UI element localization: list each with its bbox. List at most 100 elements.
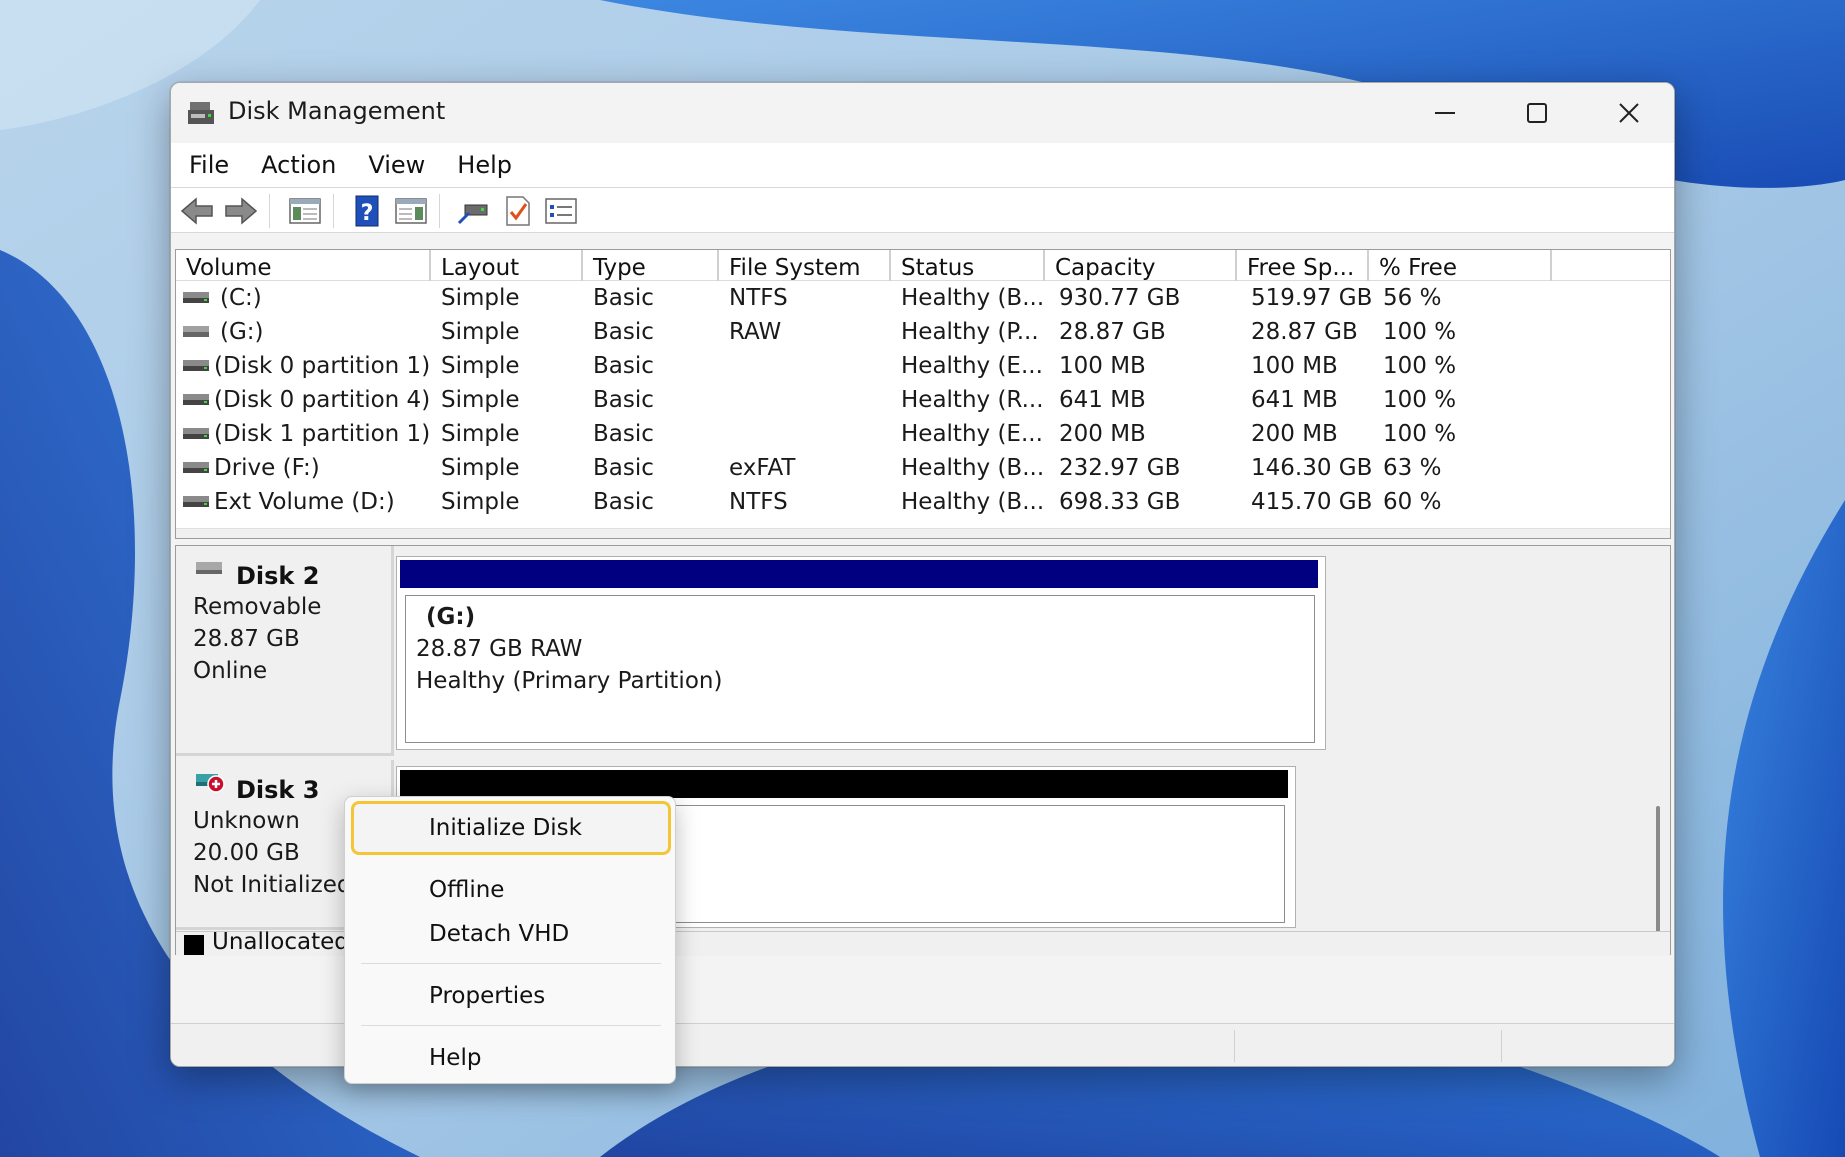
cell-layout: Simple — [441, 455, 520, 481]
disk-error-icon — [196, 774, 225, 793]
volume-row[interactable]: (C:) Simple Basic NTFS Healthy (B... 930… — [176, 281, 1670, 315]
cell-volume: (Disk 1 partition 1) — [214, 421, 431, 447]
show-hide-action-pane-icon[interactable] — [393, 195, 429, 227]
volume-row[interactable]: (G:) Simple Basic RAW Healthy (P... 28.8… — [176, 315, 1670, 349]
close-button[interactable] — [1583, 83, 1674, 143]
menu-item-label: Help — [429, 1045, 482, 1071]
minimize-button[interactable] — [1399, 83, 1491, 143]
volume-row[interactable]: Drive (F:) Simple Basic exFAT Healthy (B… — [176, 451, 1670, 485]
show-hide-console-tree-icon[interactable] — [287, 195, 323, 227]
volume-list-horizontal-scrollbar[interactable] — [176, 528, 1670, 538]
title-bar: Disk Management — [171, 83, 1674, 143]
volume-row[interactable]: (Disk 0 partition 1) Simple Basic Health… — [176, 349, 1670, 383]
menu-item-properties[interactable]: Properties — [353, 975, 669, 1019]
cell-free-space: 146.30 GB — [1251, 455, 1373, 481]
disk-management-icon — [188, 102, 214, 124]
cell-capacity: 641 MB — [1059, 387, 1146, 413]
toolbar-separator — [333, 194, 335, 228]
cell-layout: Simple — [441, 319, 520, 345]
maximize-button[interactable] — [1491, 83, 1583, 143]
cell-file-system: NTFS — [729, 285, 788, 311]
cell-status: Healthy (B... — [901, 455, 1045, 481]
column-capacity[interactable]: Capacity — [1045, 250, 1237, 281]
disk-pane-vertical-scrollbar[interactable] — [1656, 806, 1660, 951]
cell-status: Healthy (P... — [901, 319, 1039, 345]
menu-separator — [361, 963, 661, 964]
help-icon[interactable]: ? — [349, 195, 385, 227]
toolbar-separator — [269, 194, 271, 228]
menu-item-label: Initialize Disk — [429, 815, 582, 841]
cell-free-space: 100 MB — [1251, 353, 1338, 379]
volume-row[interactable]: (Disk 0 partition 4) Simple Basic Health… — [176, 383, 1670, 417]
cell-percent-free: 63 % — [1383, 455, 1442, 481]
volume-list-header: Volume Layout Type File System Status Ca… — [176, 250, 1670, 281]
cell-layout: Simple — [441, 489, 520, 515]
menu-file[interactable]: File — [177, 151, 241, 179]
status-separator — [1501, 1030, 1502, 1062]
disk-state: Online — [193, 658, 268, 684]
disk-2-label[interactable]: Disk 2 Removable 28.87 GB Online — [176, 546, 394, 756]
cell-type: Basic — [593, 319, 654, 345]
disk-size: 20.00 GB — [193, 840, 300, 866]
partition-size-fs: 28.87 GB RAW — [416, 636, 583, 662]
cell-type: Basic — [593, 285, 654, 311]
menu-view[interactable]: View — [356, 151, 437, 179]
menu-item-initialize-disk[interactable]: Initialize Disk — [353, 807, 669, 851]
cell-volume: (Disk 0 partition 1) — [214, 353, 431, 379]
cell-type: Basic — [593, 489, 654, 515]
drive-icon — [183, 292, 209, 303]
toolbar-separator — [439, 194, 441, 228]
cell-layout: Simple — [441, 353, 520, 379]
minimize-icon — [1435, 112, 1455, 114]
svg-text:?: ? — [361, 201, 374, 226]
partition-header-bar — [400, 560, 1318, 588]
menu-item-detach-vhd[interactable]: Detach VHD — [353, 913, 669, 957]
menu-separator — [361, 1025, 661, 1026]
maximize-icon — [1527, 103, 1547, 123]
column-status[interactable]: Status — [891, 250, 1045, 281]
drive-icon — [183, 496, 209, 507]
cell-status: Healthy (E... — [901, 421, 1043, 447]
cell-volume: (C:) — [220, 285, 262, 311]
cell-file-system: NTFS — [729, 489, 788, 515]
cell-free-space: 415.70 GB — [1251, 489, 1373, 515]
column-percent-free[interactable]: % Free — [1369, 250, 1552, 281]
cell-status: Healthy (R... — [901, 387, 1044, 413]
partition-body[interactable]: (G:) 28.87 GB RAW Healthy (Primary Parti… — [405, 595, 1315, 743]
volume-row[interactable]: (Disk 1 partition 1) Simple Basic Health… — [176, 417, 1670, 451]
column-layout[interactable]: Layout — [431, 250, 583, 281]
partition-g[interactable]: (G:) 28.87 GB RAW Healthy (Primary Parti… — [396, 556, 1326, 750]
column-type[interactable]: Type — [583, 250, 719, 281]
connect-icon[interactable] — [455, 195, 491, 227]
back-arrow-icon[interactable] — [179, 195, 215, 227]
cell-percent-free: 100 % — [1383, 421, 1457, 447]
legend-unallocated-swatch — [184, 935, 204, 955]
cell-capacity: 232.97 GB — [1059, 455, 1181, 481]
drive-icon — [183, 462, 209, 473]
menu-item-label: Offline — [429, 877, 505, 903]
menu-action[interactable]: Action — [249, 151, 348, 179]
menu-item-offline[interactable]: Offline — [353, 869, 669, 913]
removable-drive-icon — [196, 562, 222, 574]
column-volume[interactable]: Volume — [176, 250, 431, 281]
cell-type: Basic — [593, 455, 654, 481]
cell-percent-free: 100 % — [1383, 319, 1457, 345]
cell-status: Healthy (E... — [901, 353, 1043, 379]
menu-help[interactable]: Help — [445, 151, 524, 179]
cell-status: Healthy (B... — [901, 285, 1045, 311]
partition-title: (G:) — [426, 604, 476, 630]
cell-percent-free: 60 % — [1383, 489, 1442, 515]
cell-free-space: 641 MB — [1251, 387, 1338, 413]
column-free-space[interactable]: Free Sp... — [1237, 250, 1369, 281]
menu-item-help[interactable]: Help — [353, 1037, 669, 1081]
properties-icon[interactable] — [543, 195, 579, 227]
cell-layout: Simple — [441, 285, 520, 311]
cell-file-system: exFAT — [729, 455, 796, 481]
legend-unallocated-label: Unallocated — [212, 929, 349, 955]
forward-arrow-icon[interactable] — [223, 195, 259, 227]
column-file-system[interactable]: File System — [719, 250, 891, 281]
drive-icon — [183, 326, 209, 337]
volume-row[interactable]: Ext Volume (D:) Simple Basic NTFS Health… — [176, 485, 1670, 519]
close-icon — [1619, 103, 1639, 123]
check-icon[interactable] — [499, 195, 535, 227]
